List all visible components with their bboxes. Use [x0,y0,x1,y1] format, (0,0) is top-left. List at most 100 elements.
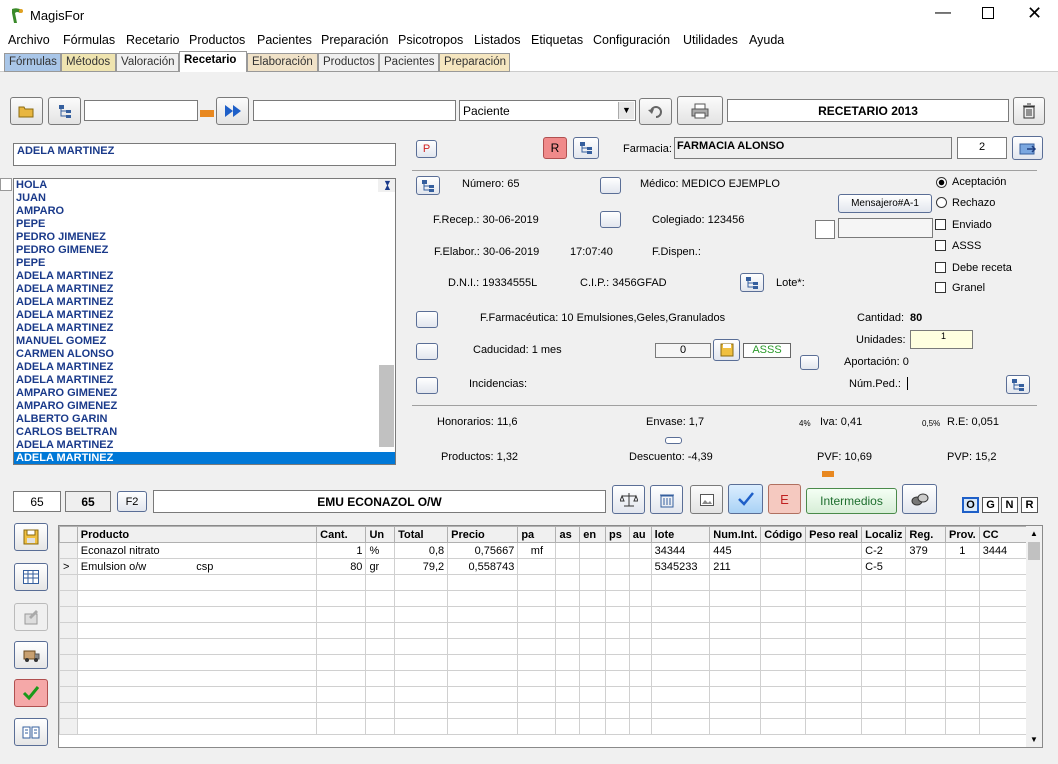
table-cell-total[interactable] [394,622,449,639]
table-cell-ps[interactable] [604,622,630,639]
table-cell-codigo[interactable] [760,686,807,703]
r-button[interactable]: R [543,137,567,159]
table-cell-cc[interactable] [978,622,1030,639]
list-item[interactable]: PEDRO JIMENEZ [14,231,395,244]
table-cell-cc[interactable] [978,702,1030,719]
table-cell-as[interactable] [555,558,581,575]
rechazo-radio[interactable] [936,197,947,208]
table-cell-prov[interactable] [945,702,980,719]
maximize-icon[interactable] [982,7,994,19]
n-toggle[interactable]: N [1001,497,1018,513]
table-cell-reg[interactable] [905,590,946,607]
tab-pacientes[interactable]: Pacientes [379,53,439,72]
table-cell-ps[interactable] [604,606,630,623]
table-cell-lote[interactable] [650,590,711,607]
col-total[interactable]: Total [394,526,449,543]
menu-archivo[interactable]: Archivo [8,33,50,47]
table-cell-reg[interactable] [905,654,946,671]
table-cell-total[interactable] [394,702,449,719]
table-cell-au[interactable] [628,670,652,687]
list-item[interactable]: CARLOS BELTRAN [14,426,395,439]
table-cell-total[interactable] [394,670,449,687]
scroll-down-icon[interactable]: ▼ [1030,735,1038,744]
table-cell-ps[interactable] [604,558,630,575]
table-cell-pa[interactable] [517,670,557,687]
table-cell-as[interactable] [555,542,581,559]
table-row[interactable] [59,622,1030,639]
validate-button[interactable] [14,679,48,707]
tab-productos[interactable]: Productos [318,53,379,72]
menu-etiquetas[interactable]: Etiquetas [531,33,583,47]
table-cell-numint[interactable] [709,686,762,703]
table-row[interactable]: Econazol nitrato 1% 0,8 0,75667 mf 34344 445 C-… [59,542,1030,559]
table-cell-lote[interactable] [650,654,711,671]
table-cell-as[interactable] [555,702,581,719]
table-cell-reg[interactable] [905,574,946,591]
container-button[interactable] [650,485,683,514]
numped-tree-button[interactable] [1006,375,1030,394]
table-cell-cc[interactable] [978,654,1030,671]
undo-button[interactable] [639,98,672,125]
table-cell-producto[interactable] [76,702,318,719]
col-un[interactable]: Un [365,526,396,543]
list-item[interactable]: HOLA [14,179,395,192]
table-cell-cc[interactable] [978,590,1030,607]
table-cell-cc[interactable] [978,638,1030,655]
table-cell-total[interactable] [394,686,449,703]
table-cell-producto[interactable] [76,718,318,735]
table-cell-localiz[interactable]: C-2 [861,542,907,559]
table-cell-prov[interactable] [945,574,980,591]
table-cell-prov[interactable] [945,622,980,639]
table-cell-au[interactable] [628,606,652,623]
table-cell-total[interactable] [394,654,449,671]
table-cell-cant[interactable] [316,718,367,735]
mensajero-field[interactable] [838,218,933,238]
numero-tree-button[interactable] [416,176,440,195]
table-cell-peso[interactable] [805,558,863,575]
table-cell-numint[interactable] [709,590,762,607]
menu-listados[interactable]: Listados [474,33,521,47]
o-toggle[interactable]: O [962,497,979,513]
tree-button[interactable] [48,97,81,125]
table-cell-pa[interactable] [517,574,557,591]
list-item[interactable]: MANUEL GOMEZ [14,335,395,348]
table-cell-cant[interactable] [316,606,367,623]
aportacion-button[interactable] [800,355,819,370]
table-cell-prov[interactable] [945,638,980,655]
table-cell-total[interactable] [394,574,449,591]
table-cell-precio[interactable] [447,590,519,607]
table-cell-prov[interactable] [945,558,980,575]
list-item[interactable]: ADELA MARTINEZ [14,270,395,283]
table-cell-peso[interactable] [805,622,863,639]
table-cell-un[interactable] [365,574,396,591]
table-row[interactable] [59,670,1030,687]
table-cell-cc[interactable]: 3444 [978,542,1030,559]
table-cell-peso[interactable] [805,718,863,735]
table-cell-cant[interactable] [316,670,367,687]
table-cell-en[interactable] [579,686,606,703]
table-row[interactable] [59,686,1030,703]
table-cell-as[interactable] [555,638,581,655]
table-row[interactable] [59,590,1030,607]
table-cell-numint[interactable] [709,574,762,591]
table-cell-localiz[interactable] [861,590,907,607]
table-cell-au[interactable] [628,542,652,559]
save-button[interactable] [14,523,48,551]
table-cell-reg[interactable] [905,702,946,719]
table-cell-en[interactable] [579,606,606,623]
table-cell-ps[interactable] [604,542,630,559]
table-cell-prov[interactable] [945,670,980,687]
close-icon[interactable]: ✕ [1027,3,1042,24]
table-cell-localiz[interactable] [861,654,907,671]
table-cell-peso[interactable] [805,654,863,671]
table-cell-reg[interactable] [905,686,946,703]
table-row[interactable] [59,702,1030,719]
mensajero-button[interactable]: Mensajero#A-1 [838,194,932,213]
table-cell-total[interactable] [394,606,449,623]
col-localiz[interactable]: Localiz [861,526,907,543]
table-cell-en[interactable] [579,638,606,655]
col-codigo[interactable]: Código [760,526,807,543]
table-cell-lote[interactable] [650,622,711,639]
table-cell-producto[interactable] [76,638,318,655]
list-item[interactable]: CARMEN ALONSO [14,348,395,361]
